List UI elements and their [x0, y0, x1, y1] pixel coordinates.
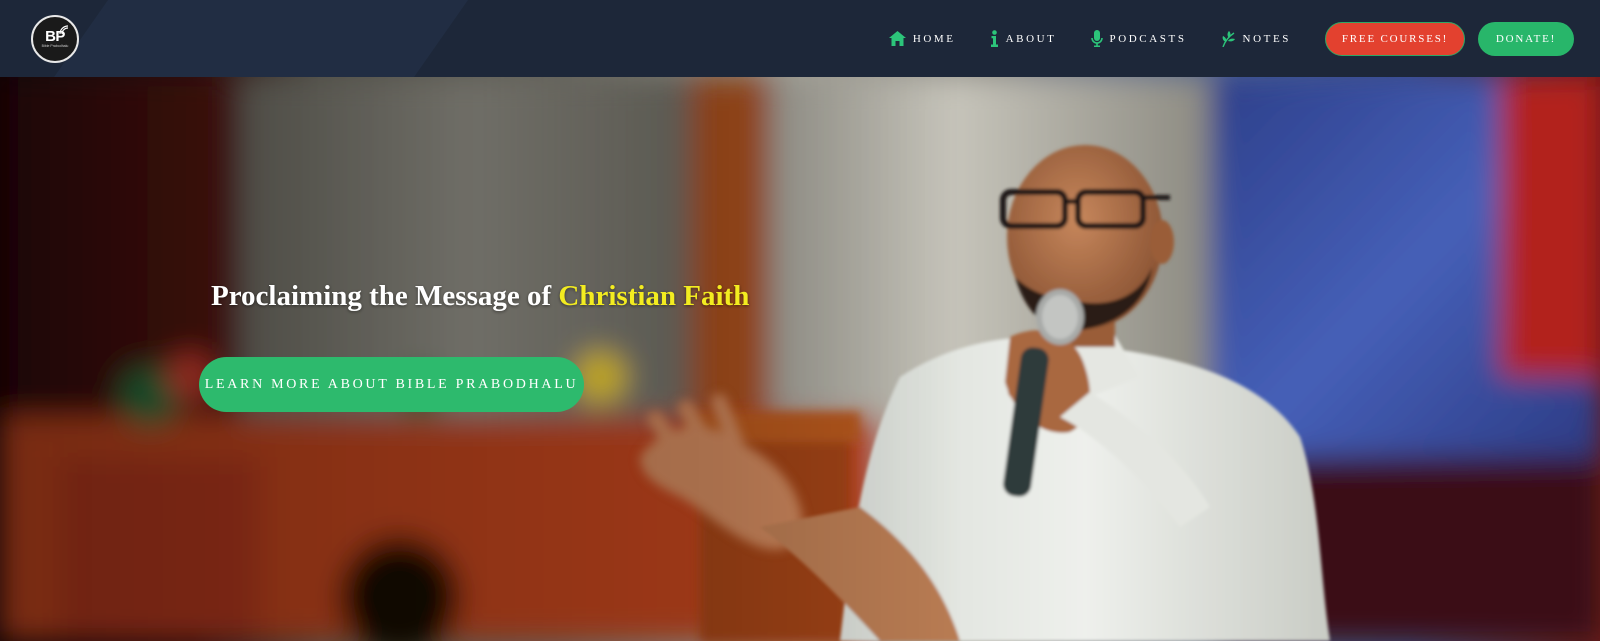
microphone-icon [1090, 30, 1103, 47]
hero-section: Proclaiming the Message of Christian Fai… [0, 77, 1600, 641]
broadcast-icon [59, 25, 69, 35]
info-icon [990, 30, 999, 47]
nav-podcasts-label: PODCASTS [1109, 32, 1187, 45]
hero-headline-text: Proclaiming the Message of [211, 280, 559, 312]
site-logo[interactable]: BP Bible Prabodhalu [31, 15, 79, 63]
nav-notes[interactable]: NOTES [1221, 30, 1291, 47]
logo-subtitle: Bible Prabodhalu [41, 43, 69, 48]
nav-about-label: ABOUT [1005, 32, 1057, 45]
nav-home[interactable]: HOME [888, 31, 956, 46]
nav-podcasts[interactable]: PODCASTS [1090, 30, 1187, 47]
free-courses-button[interactable]: FREE COURSES! [1325, 21, 1465, 56]
nav-about[interactable]: ABOUT [990, 30, 1057, 47]
hero-headline: Proclaiming the Message of Christian Fai… [211, 280, 749, 313]
nav-notes-label: NOTES [1242, 32, 1291, 45]
learn-more-button[interactable]: LEARN MORE ABOUT BIBLE PRABODHALU [199, 357, 584, 412]
hero-headline-highlight: Christian Faith [558, 280, 750, 312]
site-header: BP Bible Prabodhalu HOME ABOUT PODCASTS [0, 0, 1600, 77]
main-nav: HOME ABOUT PODCASTS NOTES FREE COURSES! … [888, 0, 1574, 77]
donate-button[interactable]: DONATE! [1478, 21, 1574, 56]
leaf-icon [1221, 30, 1236, 47]
home-icon [888, 31, 906, 46]
nav-home-label: HOME [912, 32, 956, 45]
